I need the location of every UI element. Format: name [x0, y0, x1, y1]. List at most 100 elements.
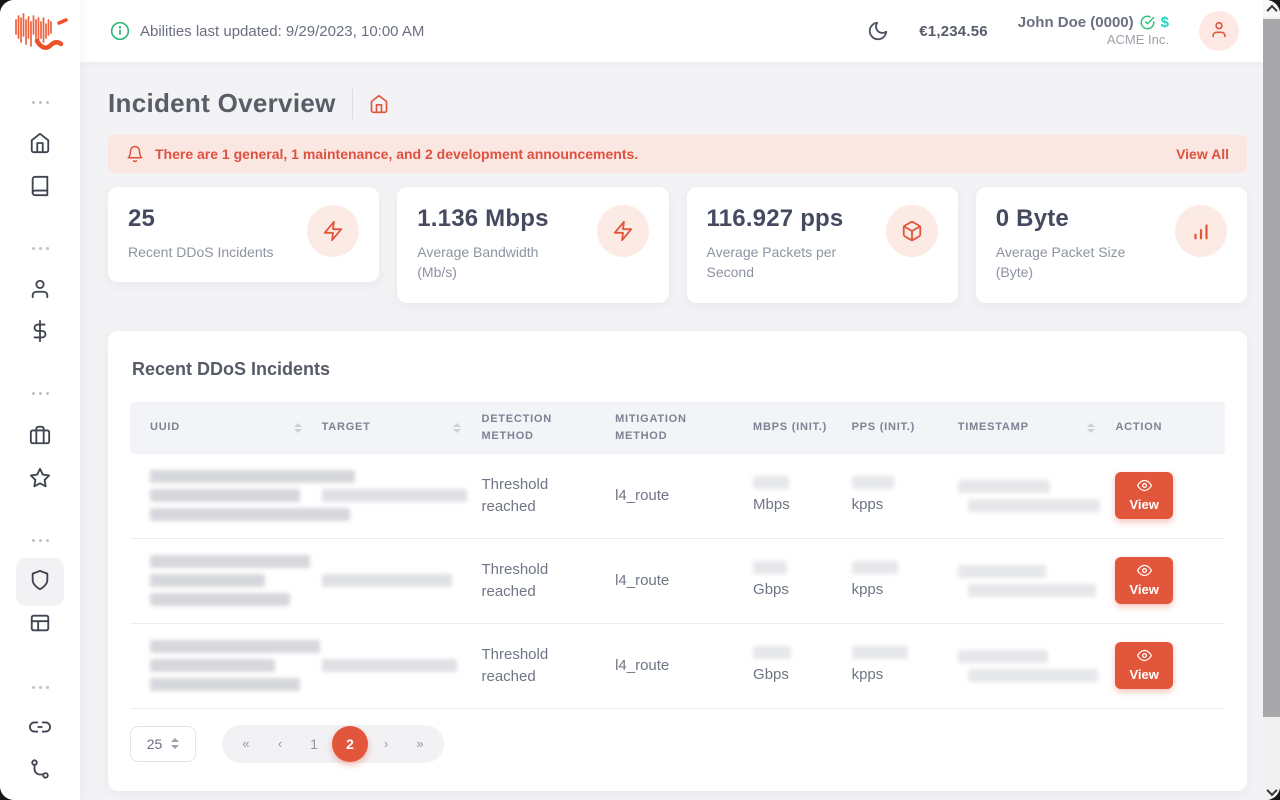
- link-icon: [29, 716, 51, 743]
- stat-card-pps: 116.927 pps Average Packets per Second: [687, 187, 958, 303]
- detection-method: Threshold reached: [481, 474, 615, 518]
- avatar[interactable]: [1199, 11, 1239, 51]
- stat-card-incidents: 25 Recent DDoS Incidents: [108, 187, 379, 282]
- column-header-mbps: MBPS (INIT.): [753, 419, 852, 436]
- abilities-status: Abilities last updated: 9/29/2023, 10:00…: [110, 21, 424, 41]
- scrollbar-thumb[interactable]: [1263, 19, 1280, 717]
- sidebar-item-home[interactable]: [16, 121, 64, 169]
- stepper-icon: [171, 738, 179, 749]
- topbar: Abilities last updated: 9/29/2023, 10:00…: [80, 0, 1263, 62]
- eye-icon: [1137, 478, 1152, 496]
- sidebar-item-connections[interactable]: [16, 705, 64, 753]
- redacted-pps: [852, 561, 898, 574]
- stat-card-bandwidth: 1.136 Mbps Average Bandwidth (Mb/s): [397, 187, 668, 303]
- view-button[interactable]: View: [1115, 472, 1172, 519]
- breadcrumb-home-icon[interactable]: [369, 94, 389, 114]
- redacted-uuid: [150, 470, 310, 521]
- stat-value: 1.136 Mbps: [417, 205, 567, 233]
- view-button[interactable]: View: [1115, 557, 1172, 604]
- column-header-mitigation: MITIGATION METHOD: [615, 411, 753, 444]
- prev-page-button[interactable]: ‹: [264, 728, 296, 760]
- announcements-banner: There are 1 general, 1 maintenance, and …: [108, 135, 1247, 173]
- column-header-uuid[interactable]: UUID: [130, 419, 322, 436]
- page-size-select[interactable]: 25: [130, 726, 196, 762]
- eye-icon: [1137, 648, 1152, 666]
- eye-icon: [1137, 563, 1152, 581]
- book-icon: [29, 175, 51, 202]
- sidebar-item-ddos-protection[interactable]: [16, 558, 64, 606]
- table-row: Threshold reached l4_route Gbps kpps Vie…: [130, 624, 1225, 709]
- view-button[interactable]: View: [1115, 642, 1172, 689]
- page-button-2-active[interactable]: 2: [332, 726, 368, 762]
- redacted-pps: [852, 646, 908, 659]
- sidebar-item-routing[interactable]: [16, 747, 64, 795]
- first-page-button[interactable]: «: [230, 728, 262, 760]
- incidents-panel: Recent DDoS Incidents UUID TARGET DETECT…: [108, 331, 1247, 791]
- user-name: John Doe (0000): [1018, 14, 1134, 33]
- main-content: Incident Overview There are 1 general, 1…: [80, 62, 1263, 800]
- redacted-uuid: [150, 555, 310, 606]
- package-icon: [886, 205, 938, 257]
- route-icon: [29, 758, 51, 785]
- app-window: Abilities last updated: 9/29/2023, 10:00…: [0, 0, 1280, 800]
- sidebar-divider-dots: [16, 516, 64, 564]
- stat-card-packet-size: 0 Byte Average Packet Size (Byte): [976, 187, 1247, 303]
- shield-icon: [29, 569, 51, 596]
- scroll-up-button[interactable]: [1263, 0, 1280, 17]
- stat-label: Average Packets per Second: [707, 242, 857, 283]
- sort-icon: [294, 423, 308, 433]
- dark-mode-toggle[interactable]: [867, 20, 889, 42]
- redacted-uuid: [150, 640, 310, 691]
- redacted-mbps: [753, 646, 791, 659]
- next-page-button[interactable]: ›: [370, 728, 402, 760]
- app-logo: [12, 8, 68, 60]
- stat-label: Average Bandwidth (Mb/s): [417, 242, 567, 283]
- pager: « ‹ 1 2 › »: [222, 725, 444, 763]
- zap-icon: [307, 205, 359, 257]
- redacted-target: [322, 574, 452, 587]
- table-row: Threshold reached l4_route Gbps kpps Vie…: [130, 539, 1225, 624]
- user-menu[interactable]: John Doe (0000) $ ACME Inc.: [1018, 14, 1169, 49]
- zap-icon: [597, 205, 649, 257]
- company-name: ACME Inc.: [1107, 32, 1169, 48]
- sidebar-divider-dots: [16, 78, 64, 126]
- redacted-target: [322, 659, 457, 672]
- column-header-pps: PPS (INIT.): [852, 419, 958, 436]
- redacted-timestamp: [958, 565, 1104, 597]
- pagination: 25 « ‹ 1 2 › »: [130, 725, 1225, 763]
- bar-chart-icon: [1175, 205, 1227, 257]
- sidebar: [0, 0, 80, 800]
- redacted-timestamp: [958, 650, 1104, 682]
- sidebar-item-services[interactable]: [16, 413, 64, 461]
- sidebar-item-billing[interactable]: [16, 309, 64, 357]
- person-icon: [1209, 19, 1229, 44]
- incidents-title: Recent DDoS Incidents: [132, 359, 1225, 380]
- packet-unit: kpps: [852, 494, 946, 516]
- page-button-1[interactable]: 1: [298, 728, 330, 760]
- mitigation-method: l4_route: [615, 570, 753, 592]
- detection-method: Threshold reached: [481, 644, 615, 688]
- stat-value: 25: [128, 205, 274, 233]
- sort-icon: [1087, 423, 1101, 433]
- sidebar-item-favorites[interactable]: [16, 456, 64, 504]
- view-all-link[interactable]: View All: [1176, 146, 1229, 162]
- abilities-status-text: Abilities last updated: 9/29/2023, 10:00…: [140, 23, 424, 40]
- stat-cards: 25 Recent DDoS Incidents 1.136 Mbps Aver…: [108, 187, 1247, 303]
- stat-value: 116.927 pps: [707, 205, 857, 233]
- redacted-mbps: [753, 476, 789, 489]
- scrollbar[interactable]: [1263, 0, 1280, 800]
- table-header: UUID TARGET DETECTION METHOD MITIGATION …: [130, 402, 1225, 454]
- sidebar-item-docs[interactable]: [16, 164, 64, 212]
- scroll-down-button[interactable]: [1263, 783, 1280, 800]
- mitigation-method: l4_route: [615, 655, 753, 677]
- column-header-timestamp[interactable]: TIMESTAMP: [958, 419, 1116, 436]
- packet-unit: kpps: [852, 579, 946, 601]
- column-header-action: ACTION: [1115, 419, 1225, 436]
- sidebar-item-account[interactable]: [16, 267, 64, 315]
- packet-unit: kpps: [852, 664, 946, 686]
- bandwidth-unit: Gbps: [753, 579, 840, 601]
- last-page-button[interactable]: »: [404, 728, 436, 760]
- paid-dollar-badge: $: [1161, 14, 1169, 33]
- column-header-target[interactable]: TARGET: [322, 419, 482, 436]
- sidebar-item-tables[interactable]: [16, 601, 64, 649]
